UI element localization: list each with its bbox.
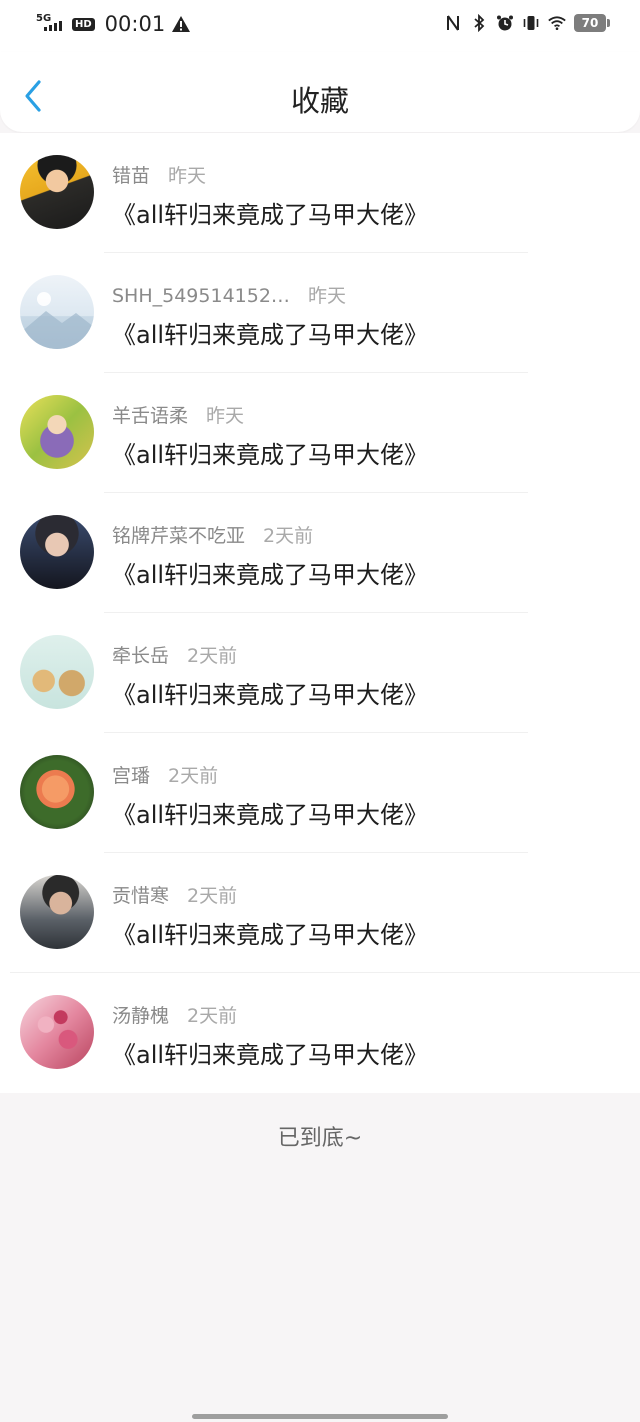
image-placeholder-icon <box>20 292 94 349</box>
avatar[interactable] <box>20 875 94 949</box>
avatar[interactable] <box>20 515 94 589</box>
list-item[interactable]: 贡惜寒 2天前 《all轩归来竟成了马甲大佬》 <box>0 853 640 973</box>
item-time: 2天前 <box>187 1005 238 1027</box>
user-name: 羊舌语柔 <box>112 405 189 427</box>
alarm-icon <box>497 15 513 31</box>
user-name: 牵长岳 <box>112 645 170 667</box>
status-left: 5G HD 00:01 <box>36 12 191 36</box>
hd-badge: HD <box>72 17 95 31</box>
list-item[interactable]: 宫璠 2天前 《all轩归来竟成了马甲大佬》 <box>0 733 640 853</box>
item-time: 2天前 <box>263 525 314 547</box>
item-content: 《all轩归来竟成了马甲大佬》 <box>112 441 429 469</box>
item-content: 《all轩归来竟成了马甲大佬》 <box>112 681 429 709</box>
item-meta: 羊舌语柔 昨天 <box>112 401 244 428</box>
list-item[interactable]: 铭牌芹菜不吃亚 2天前 《all轩归来竟成了马甲大佬》 <box>0 493 640 613</box>
warning-icon <box>172 16 191 32</box>
list-item[interactable]: 羊舌语柔 昨天 《all轩归来竟成了马甲大佬》 <box>0 373 640 493</box>
home-indicator[interactable] <box>192 1414 448 1419</box>
cellular-signal-icon: 5G <box>36 13 66 35</box>
end-of-list-text: 已到底~ <box>277 1126 363 1151</box>
user-name: 汤静槐 <box>112 1005 170 1027</box>
avatar[interactable] <box>20 755 94 829</box>
item-meta: 铭牌芹菜不吃亚 2天前 <box>112 521 313 548</box>
item-meta: 贡惜寒 2天前 <box>112 881 237 908</box>
item-content: 《all轩归来竟成了马甲大佬》 <box>112 201 429 229</box>
top-app-bar: 收藏 <box>0 52 640 132</box>
list-item[interactable]: 牵长岳 2天前 《all轩归来竟成了马甲大佬》 <box>0 613 640 733</box>
item-time: 2天前 <box>187 645 238 667</box>
vibrate-icon <box>523 16 539 30</box>
item-time: 2天前 <box>168 765 219 787</box>
item-meta: 错苗 昨天 <box>112 161 206 188</box>
user-name: SHH_549514152… <box>112 285 290 307</box>
wifi-icon <box>548 16 566 31</box>
bluetooth-icon <box>474 14 485 32</box>
nfc-icon <box>447 15 459 31</box>
page-title: 收藏 <box>290 84 349 118</box>
item-content: 《all轩归来竟成了马甲大佬》 <box>112 921 429 949</box>
list-item[interactable]: 汤静槐 2天前 《all轩归来竟成了马甲大佬》 <box>0 973 640 1093</box>
item-meta: 宫璠 2天前 <box>112 761 218 788</box>
item-content: 《all轩归来竟成了马甲大佬》 <box>112 561 429 589</box>
list-item[interactable]: 错苗 昨天 《all轩归来竟成了马甲大佬》 <box>0 133 640 253</box>
item-content: 《all轩归来竟成了马甲大佬》 <box>112 1041 429 1069</box>
avatar[interactable] <box>20 155 94 229</box>
item-time: 2天前 <box>187 885 238 907</box>
avatar[interactable] <box>20 395 94 469</box>
avatar[interactable] <box>20 995 94 1069</box>
item-time: 昨天 <box>168 165 207 187</box>
avatar[interactable] <box>20 635 94 709</box>
battery-icon: 70 <box>574 14 610 32</box>
item-time: 昨天 <box>206 405 245 427</box>
item-meta: 汤静槐 2天前 <box>112 1001 237 1028</box>
item-time: 昨天 <box>307 285 346 307</box>
status-right: 70 <box>444 14 610 32</box>
user-name: 宫璠 <box>112 765 151 787</box>
item-content: 《all轩归来竟成了马甲大佬》 <box>112 801 429 829</box>
user-name: 错苗 <box>112 165 151 187</box>
user-name: 贡惜寒 <box>112 885 170 907</box>
favorites-list: 错苗 昨天 《all轩归来竟成了马甲大佬》 SHH_549514152… 昨天 … <box>0 133 640 1093</box>
status-time: 00:01 <box>104 12 166 36</box>
item-meta: 牵长岳 2天前 <box>112 641 237 668</box>
user-name: 铭牌芹菜不吃亚 <box>112 525 246 547</box>
avatar[interactable] <box>20 275 94 349</box>
list-item[interactable]: SHH_549514152… 昨天 《all轩归来竟成了马甲大佬》 <box>0 253 640 373</box>
item-meta: SHH_549514152… 昨天 <box>112 281 346 308</box>
status-bar: 5G HD 00:01 70 <box>0 0 640 52</box>
item-content: 《all轩归来竟成了马甲大佬》 <box>112 321 429 349</box>
